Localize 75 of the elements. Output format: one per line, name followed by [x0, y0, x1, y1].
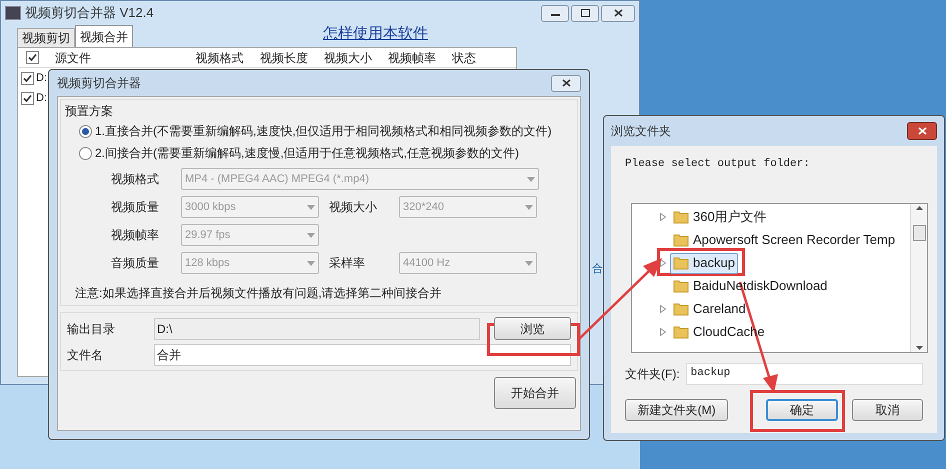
checkbox[interactable] — [21, 92, 34, 104]
folder-icon — [673, 302, 689, 316]
folder-icon — [673, 279, 689, 293]
column-header: 状态 — [452, 50, 477, 66]
column-header: 视频大小 — [324, 50, 373, 66]
close-button[interactable] — [551, 74, 581, 92]
window-title: 视频剪切合并器 V12.4 — [25, 4, 154, 22]
dropdown-caret-icon — [527, 176, 535, 182]
folder-label: 文件夹(F): — [625, 366, 680, 382]
column-header: 视频帧率 — [388, 50, 437, 66]
side-text: 合 — [592, 262, 603, 277]
dropdown-caret-icon — [525, 204, 533, 210]
folder-icon — [673, 210, 689, 224]
scrollbar[interactable] — [910, 204, 927, 352]
expand-arrow-icon[interactable] — [660, 213, 666, 221]
close-button[interactable] — [601, 4, 635, 22]
setting-label: 视频大小 — [328, 199, 378, 216]
checkbox[interactable] — [26, 51, 39, 64]
filename-field[interactable]: 合并 — [154, 344, 571, 366]
dialog-button[interactable]: 取消 — [852, 398, 924, 420]
close-icon — [614, 9, 622, 17]
prompt-text: Please select output folder: — [625, 157, 811, 172]
close-icon — [562, 79, 570, 87]
scrollbar-thumb[interactable] — [912, 224, 926, 240]
expand-arrow-icon[interactable] — [660, 328, 666, 336]
dropdown-caret-icon — [307, 260, 315, 266]
start-merge-button[interactable]: 开始合并 — [494, 377, 576, 409]
dropdown-caret-icon — [307, 204, 315, 210]
scroll-down-arrow-icon[interactable] — [916, 346, 922, 350]
column-header: 视频格式 — [196, 50, 245, 66]
dialog-title: 浏览文件夹 — [611, 123, 671, 140]
tab[interactable]: 视频合并 — [75, 25, 133, 47]
maximize-button[interactable] — [571, 4, 599, 22]
dialog-button[interactable]: 新建文件夹(M) — [625, 398, 728, 420]
radio-option[interactable]: 2.间接合并(需要重新编解码,速度慢,但适用于任意视频格式,任意视频参数的文件) — [65, 142, 573, 164]
setting-label: 采样率 — [328, 255, 366, 272]
file-cell-text: D: — [36, 70, 47, 86]
group-label: 预置方案 — [65, 103, 114, 120]
expand-arrow-icon[interactable] — [660, 305, 666, 313]
setting-label: 视频质量 — [111, 199, 160, 216]
help-link[interactable]: 怎样使用本软件 — [323, 22, 428, 45]
dropdown-caret-icon — [307, 232, 315, 238]
folder-name-field[interactable]: backup — [686, 362, 923, 384]
column-header: 源文件 — [54, 50, 92, 66]
setting-label: 视频格式 — [111, 171, 160, 188]
folder-item[interactable]: 360用户文件 — [670, 206, 770, 228]
browse-button[interactable]: 浏览 — [494, 317, 571, 340]
checkbox[interactable] — [21, 72, 34, 84]
radio-button[interactable] — [79, 146, 92, 160]
setting-label: 视频帧率 — [111, 227, 160, 244]
folder-item[interactable]: Apowersoft Screen Recorder Temp — [670, 230, 898, 250]
folder-item[interactable]: Careland — [670, 298, 749, 320]
dropdown-caret-icon — [525, 260, 533, 266]
scroll-up-arrow-icon[interactable] — [916, 206, 922, 210]
note-text: 注意:如果选择直接合并后视频文件播放有问题,请选择第二种间接合并 — [74, 285, 443, 302]
setting-label: 音频质量 — [111, 255, 160, 272]
folder-icon — [673, 233, 689, 247]
close-button[interactable] — [907, 122, 937, 140]
folder-icon — [673, 325, 689, 339]
close-icon — [918, 127, 926, 135]
folder-icon — [673, 256, 689, 270]
output-field[interactable]: D:\ — [154, 318, 480, 340]
radio-button[interactable] — [79, 124, 92, 138]
file-cell-text: D: — [36, 90, 47, 106]
folder-item[interactable]: backup — [670, 252, 738, 274]
column-header: 视频长度 — [260, 50, 309, 66]
dialog-button[interactable]: 确定 — [766, 398, 838, 420]
output-label: 输出目录 — [67, 320, 116, 338]
filename-label: 文件名 — [67, 347, 104, 364]
radio-option[interactable]: 1.直接合并(不需要重新编解码,速度快,但仅适用于相同视频格式和相同视频参数的文件) — [65, 120, 573, 142]
maximize-icon — [580, 9, 590, 17]
minimize-button[interactable] — [541, 4, 569, 22]
dialog-title: 视频剪切合并器 — [57, 75, 141, 92]
tab[interactable]: 视频剪切 — [17, 28, 75, 47]
expand-arrow-icon[interactable] — [660, 259, 666, 267]
